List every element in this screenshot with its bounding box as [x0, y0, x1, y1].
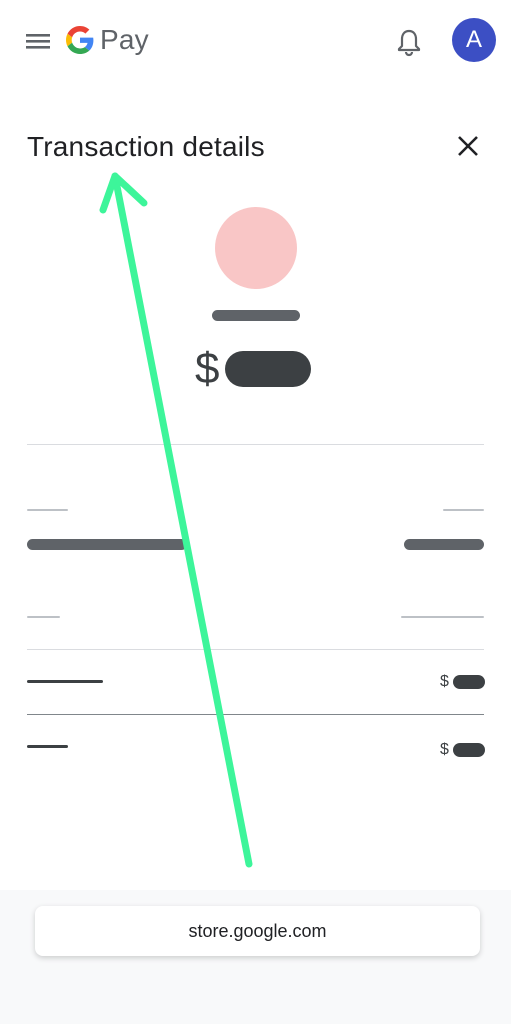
bell-icon: [397, 29, 421, 57]
app-header: Pay A: [0, 0, 511, 84]
total-currency: $: [440, 741, 449, 758]
detail-label-redacted: [27, 616, 60, 618]
transaction-details-page: Pay A Transaction details $ $ $ store.go…: [0, 0, 511, 1024]
detail-value-redacted: [404, 539, 484, 550]
amount-value-redacted: [225, 351, 312, 387]
menu-button[interactable]: [22, 26, 54, 56]
merchant-name-redacted: [212, 310, 300, 321]
close-icon: [458, 136, 478, 156]
google-pay-logo: Pay: [66, 18, 149, 62]
detail-value-redacted: [27, 539, 187, 550]
page-title: Transaction details: [27, 131, 265, 162]
detail-value-redacted: [401, 616, 484, 618]
total-amount: $: [440, 741, 485, 759]
notifications-button[interactable]: [394, 26, 424, 58]
line-item-currency: $: [440, 673, 449, 690]
merchant-avatar: [215, 207, 297, 289]
total-value-redacted: [452, 743, 485, 757]
transaction-amount: $: [195, 344, 312, 394]
close-button[interactable]: [452, 130, 484, 162]
account-avatar[interactable]: A: [452, 18, 496, 62]
app-name: Pay: [100, 24, 149, 55]
url-bar[interactable]: store.google.com: [35, 906, 480, 956]
google-g-logo: [66, 26, 94, 54]
section-divider: [27, 444, 484, 445]
amount-currency: $: [195, 344, 220, 393]
line-item-label-redacted: [27, 680, 103, 683]
menu-icon: [26, 34, 50, 49]
total-divider: [27, 714, 484, 715]
detail-label-redacted: [27, 509, 68, 511]
detail-label-redacted: [443, 509, 484, 511]
line-item-amount: $: [440, 673, 485, 691]
row-divider: [27, 649, 484, 650]
line-item-value-redacted: [452, 675, 485, 689]
total-label-redacted: [27, 745, 68, 748]
